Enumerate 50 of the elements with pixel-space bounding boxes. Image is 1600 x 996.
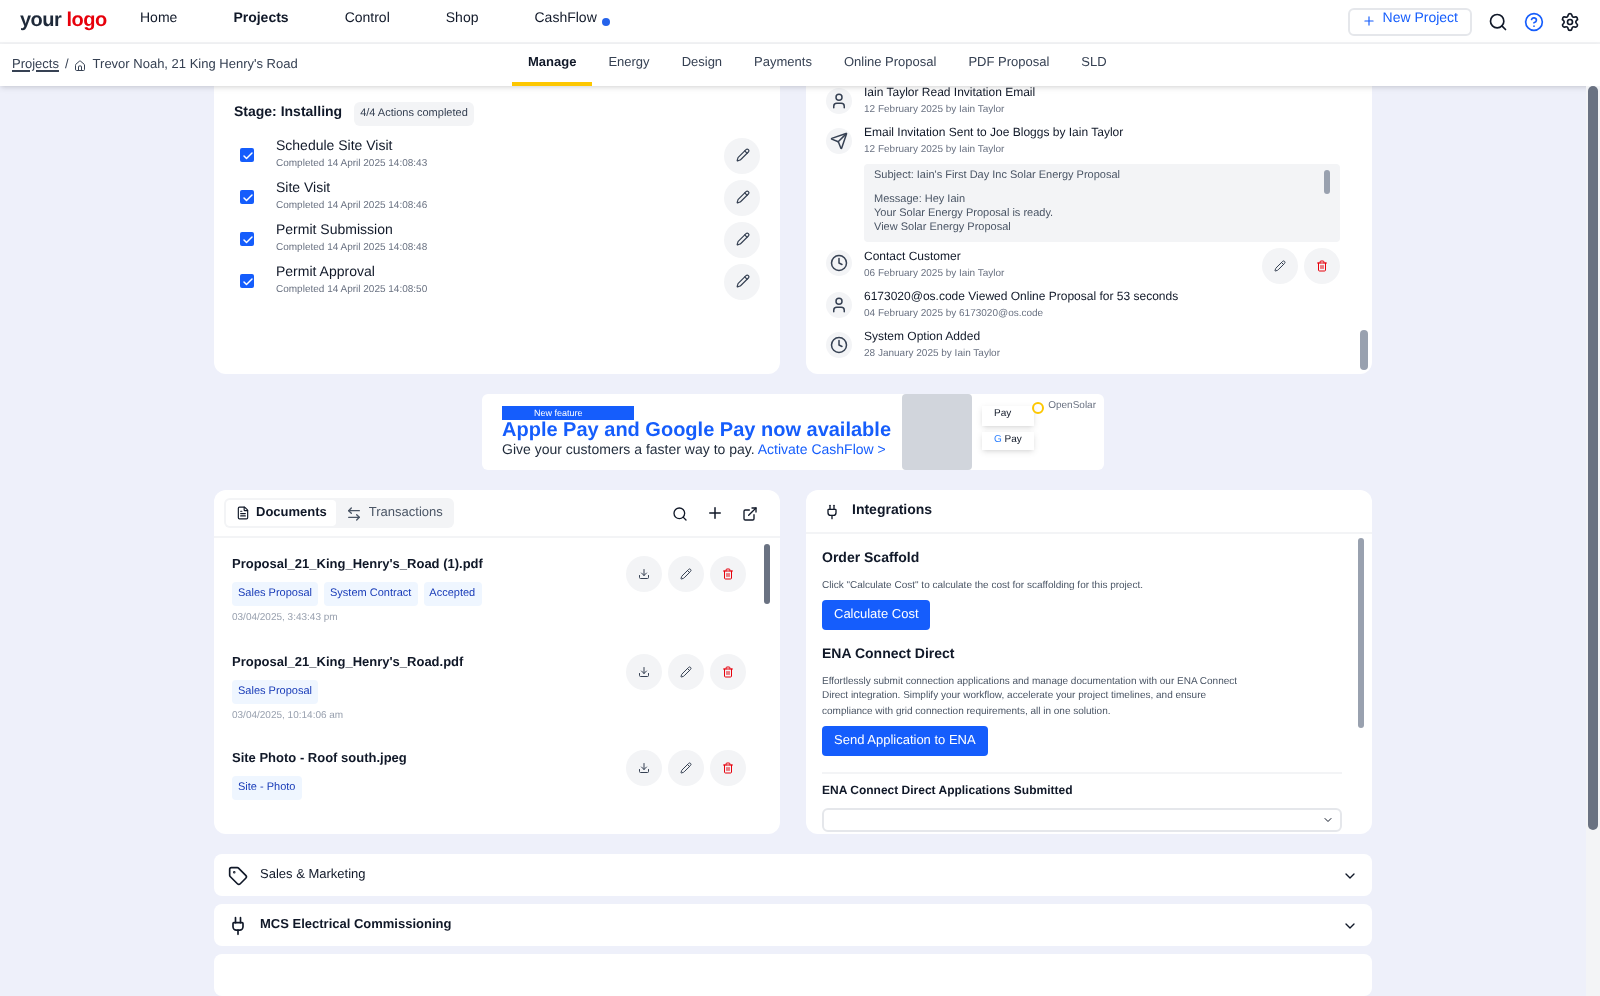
- settings-icon[interactable]: [1560, 11, 1580, 31]
- scrollbar-thumb: [1360, 330, 1368, 371]
- search-icon[interactable]: [672, 505, 688, 522]
- pencil-icon: [680, 762, 692, 775]
- trash-icon: [1316, 260, 1328, 272]
- chevron-icon: [1322, 814, 1334, 827]
- delete-button[interactable]: [710, 556, 746, 593]
- download-icon: [638, 665, 650, 678]
- edit-button[interactable]: [724, 137, 760, 174]
- checkbox[interactable]: [240, 190, 254, 205]
- scrollbar-thumb: [764, 544, 770, 605]
- home-icon: [74, 59, 87, 71]
- help-icon[interactable]: [1524, 11, 1544, 31]
- document-icon: [236, 506, 250, 521]
- download-icon: [638, 762, 650, 775]
- checkbox[interactable]: [240, 274, 254, 289]
- plus-icon[interactable]: [706, 504, 724, 523]
- pencil-icon: [735, 148, 749, 163]
- trash-icon: [722, 568, 734, 581]
- edit-button[interactable]: [724, 263, 760, 300]
- edit-button[interactable]: [724, 221, 760, 258]
- download-button[interactable]: [626, 556, 662, 593]
- trash-icon: [722, 665, 734, 678]
- checkbox[interactable]: [240, 232, 254, 247]
- edit-button[interactable]: [724, 179, 760, 216]
- pencil-icon: [735, 274, 749, 289]
- expand-icon[interactable]: [742, 505, 758, 522]
- pencil-icon: [680, 568, 692, 581]
- download-button[interactable]: [626, 750, 662, 787]
- checkbox[interactable]: [240, 148, 254, 163]
- trash-icon: [722, 762, 734, 775]
- search-icon[interactable]: [1488, 11, 1508, 31]
- pencil-icon: [1274, 260, 1286, 272]
- delete-button[interactable]: [710, 653, 746, 690]
- photo-placeholder: [902, 394, 972, 471]
- banner-headline: Apple Pay and Google Pay now available: [502, 419, 892, 443]
- scrollbar-thumb: [1324, 170, 1330, 194]
- tag-icon: [228, 865, 248, 885]
- plug-icon: [824, 503, 840, 520]
- delete-button[interactable]: [710, 750, 746, 787]
- pencil-icon: [735, 190, 749, 205]
- download-button[interactable]: [626, 653, 662, 690]
- pencil-icon: [680, 665, 692, 678]
- pencil-icon: [735, 232, 749, 247]
- delete-button[interactable]: [1304, 248, 1340, 284]
- plus-icon: [1362, 14, 1377, 28]
- transfer-icon: [346, 505, 363, 522]
- download-icon: [638, 568, 650, 581]
- plug-icon: [228, 915, 248, 935]
- logo[interactable]: your logo: [20, 6, 116, 36]
